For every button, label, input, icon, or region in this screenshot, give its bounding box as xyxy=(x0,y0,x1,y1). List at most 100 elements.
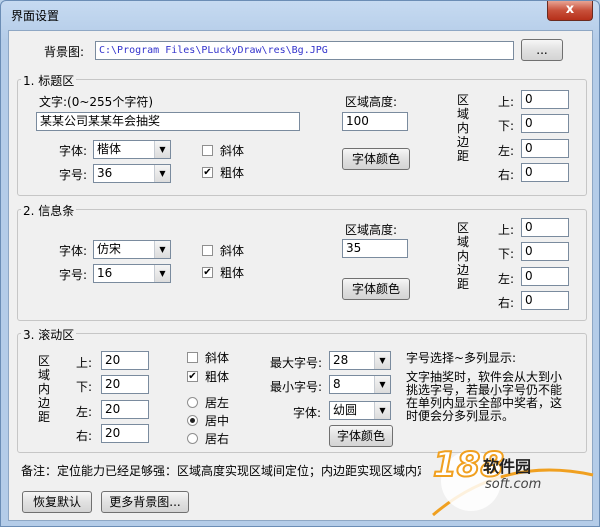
scroll-bold-checkbox[interactable]: ✔ xyxy=(187,371,198,382)
watermark-url: soft.com xyxy=(485,477,542,492)
hint-title: 字号选择~多列显示: xyxy=(406,351,517,365)
info-font-label: 字体: xyxy=(59,244,88,258)
align-center-label: 居中 xyxy=(205,414,230,428)
background-path-field[interactable]: C:\Program Files\PLuckyDraw\res\Bg.JPG xyxy=(95,41,514,60)
title-size-label: 字号: xyxy=(59,168,88,182)
title-font-color-button[interactable]: 字体颜色 xyxy=(342,148,410,170)
title-right-input[interactable]: 0 xyxy=(521,163,569,182)
title-italic-label: 斜体 xyxy=(220,144,245,158)
info-size-label: 字号: xyxy=(59,268,88,282)
align-center-radio[interactable] xyxy=(187,415,198,426)
chevron-down-icon: ▼ xyxy=(154,165,170,182)
chevron-down-icon: ▼ xyxy=(374,352,390,369)
title-text-input[interactable]: 某某公司某某年会抽奖 xyxy=(36,112,300,131)
info-font-color-button[interactable]: 字体颜色 xyxy=(342,278,410,300)
title-size-value: 36 xyxy=(97,166,113,180)
title-top-label: 上: xyxy=(498,95,515,109)
info-padding-label: 区域内边距 xyxy=(456,221,469,291)
info-right-label: 右: xyxy=(498,296,515,310)
chevron-down-icon: ▼ xyxy=(374,376,390,393)
info-bottom-input[interactable]: 0 xyxy=(521,242,569,261)
scroll-top-label: 上: xyxy=(76,356,93,370)
info-top-label: 上: xyxy=(498,223,515,237)
max-size-value: 28 xyxy=(333,353,349,367)
align-right-label: 居右 xyxy=(205,432,230,446)
hint-body: 文字抽奖时，软件会从大到小挑选字号，若最小字号仍不能在单列内显示全部中奖者，这时… xyxy=(406,370,563,423)
info-font-value: 仿宋 xyxy=(97,242,122,256)
info-left-input[interactable]: 0 xyxy=(521,267,569,286)
title-padding-label: 区域内边距 xyxy=(456,93,469,163)
title-left-input[interactable]: 0 xyxy=(521,139,569,158)
scroll-font-color-button[interactable]: 字体颜色 xyxy=(329,425,393,447)
site-watermark: 188 软件园 soft.com xyxy=(413,435,599,526)
window-title: 界面设置 xyxy=(11,9,60,23)
align-right-radio[interactable] xyxy=(187,433,198,444)
info-left-label: 左: xyxy=(498,272,515,286)
info-right-input[interactable]: 0 xyxy=(521,291,569,310)
chevron-down-icon: ▼ xyxy=(154,141,170,158)
title-text-label: 文字:(0~255个字符) xyxy=(39,95,154,109)
scroll-font-value: 幼圆 xyxy=(333,403,358,417)
max-size-label: 最大字号: xyxy=(270,356,323,370)
title-font-value: 楷体 xyxy=(97,142,122,156)
scroll-right-input[interactable]: 20 xyxy=(101,424,149,443)
info-height-label: 区域高度: xyxy=(345,223,398,237)
info-height-input[interactable]: 35 xyxy=(342,239,408,258)
scroll-bottom-input[interactable]: 20 xyxy=(101,375,149,394)
settings-window: 界面设置 x 背景图: C:\Program Files\PLuckyDraw\… xyxy=(0,0,600,527)
scroll-padding-label: 区域内边距 xyxy=(37,354,50,424)
scroll-area-legend: 3. 滚动区 xyxy=(21,326,77,343)
info-size-select[interactable]: 16 ▼ xyxy=(93,264,171,283)
scroll-italic-label: 斜体 xyxy=(205,351,230,365)
min-size-label: 最小字号: xyxy=(270,380,323,394)
min-size-value: 8 xyxy=(333,377,341,391)
background-label: 背景图: xyxy=(44,45,85,59)
title-size-select[interactable]: 36 ▼ xyxy=(93,164,171,183)
align-left-label: 居左 xyxy=(205,396,230,410)
info-bottom-label: 下: xyxy=(498,247,515,261)
scroll-bottom-label: 下: xyxy=(76,380,93,394)
title-italic-checkbox[interactable] xyxy=(202,145,213,156)
restore-defaults-button[interactable]: 恢复默认 xyxy=(22,491,92,513)
title-right-label: 右: xyxy=(498,168,515,182)
info-top-input[interactable]: 0 xyxy=(521,218,569,237)
close-button[interactable]: x xyxy=(547,1,593,21)
scroll-left-input[interactable]: 20 xyxy=(101,400,149,419)
title-height-input[interactable]: 100 xyxy=(342,112,408,131)
scroll-top-input[interactable]: 20 xyxy=(101,351,149,370)
align-left-radio[interactable] xyxy=(187,397,198,408)
min-size-select[interactable]: 8 ▼ xyxy=(329,375,391,394)
title-bottom-input[interactable]: 0 xyxy=(521,114,569,133)
title-height-label: 区域高度: xyxy=(345,95,398,109)
title-font-select[interactable]: 楷体 ▼ xyxy=(93,140,171,159)
max-size-select[interactable]: 28 ▼ xyxy=(329,351,391,370)
chevron-down-icon: ▼ xyxy=(154,265,170,282)
chevron-down-icon: ▼ xyxy=(374,402,390,419)
browse-background-button[interactable]: ... xyxy=(521,39,563,61)
title-bold-checkbox[interactable]: ✔ xyxy=(202,167,213,178)
info-italic-checkbox[interactable] xyxy=(202,245,213,256)
title-bottom-label: 下: xyxy=(498,119,515,133)
scroll-italic-checkbox[interactable] xyxy=(187,352,198,363)
info-bar-legend: 2. 信息条 xyxy=(21,202,77,219)
scroll-bold-label: 粗体 xyxy=(205,370,230,384)
info-bold-checkbox[interactable]: ✔ xyxy=(202,267,213,278)
title-left-label: 左: xyxy=(498,144,515,158)
info-bold-label: 粗体 xyxy=(220,266,245,280)
title-area-legend: 1. 标题区 xyxy=(21,72,77,89)
watermark-name: 软件园 xyxy=(483,457,532,476)
title-font-label: 字体: xyxy=(59,144,88,158)
scroll-font-select[interactable]: 幼圆 ▼ xyxy=(329,401,391,420)
scroll-font-label: 字体: xyxy=(293,406,322,420)
info-size-value: 16 xyxy=(97,266,113,280)
scroll-right-label: 右: xyxy=(76,429,93,443)
info-italic-label: 斜体 xyxy=(220,244,245,258)
info-font-select[interactable]: 仿宋 ▼ xyxy=(93,240,171,259)
chevron-down-icon: ▼ xyxy=(154,241,170,258)
title-bar[interactable]: 界面设置 x xyxy=(1,1,599,29)
title-top-input[interactable]: 0 xyxy=(521,90,569,109)
title-bold-label: 粗体 xyxy=(220,166,245,180)
scroll-left-label: 左: xyxy=(76,405,93,419)
more-backgrounds-button[interactable]: 更多背景图... xyxy=(101,491,189,513)
note-text: 备注：定位能力已经足够强：区域高度实现区域间定位；内边距实现区域内定位； xyxy=(21,464,421,478)
